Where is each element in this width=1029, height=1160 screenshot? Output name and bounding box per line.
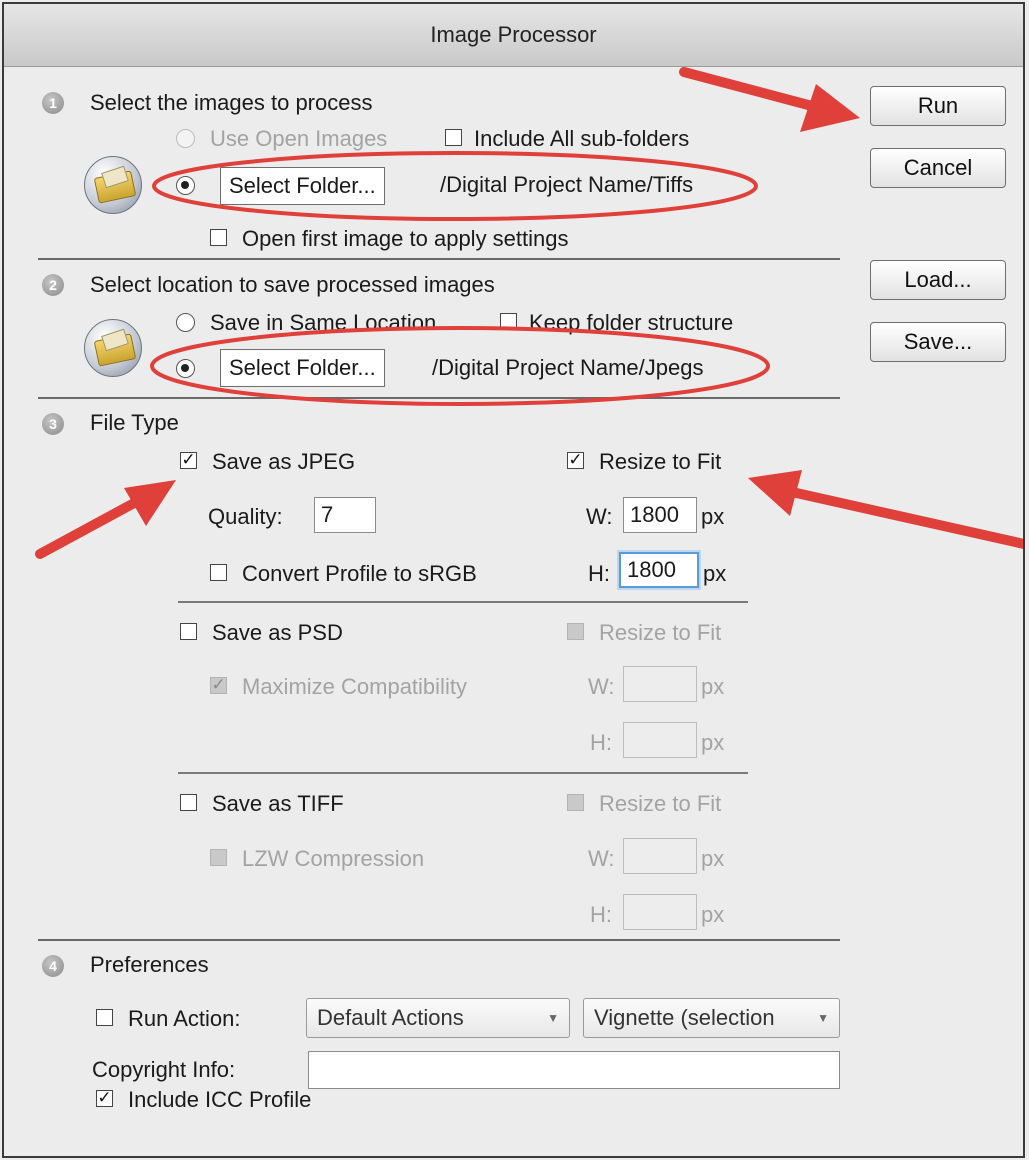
image-processor-dialog: Image Processor 1 Select the images to p…	[2, 2, 1025, 1158]
px-unit: px	[701, 504, 725, 529]
action-set-value: Default Actions	[317, 1005, 464, 1030]
section-divider	[38, 939, 840, 941]
convert-profile-checkbox[interactable]	[210, 564, 227, 581]
save-as-psd-label: Save as PSD	[212, 620, 343, 645]
tiff-width-label: W:	[588, 846, 615, 871]
run-action-checkbox[interactable]	[96, 1009, 113, 1026]
tiff-width-input[interactable]	[623, 838, 697, 874]
include-subfolders-label: Include All sub-folders	[474, 126, 690, 151]
maximize-compatibility-checkbox[interactable]: ✓	[210, 676, 227, 694]
select-folder-button-1[interactable]: Select Folder...	[220, 167, 385, 205]
lzw-compression-checkbox[interactable]	[210, 849, 227, 866]
run-action-label: Run Action:	[128, 1006, 241, 1031]
use-open-images-radio[interactable]	[176, 129, 195, 148]
load-button[interactable]: Load...	[870, 260, 1006, 300]
section-divider	[38, 258, 840, 260]
include-icc-label: Include ICC Profile	[128, 1087, 312, 1112]
chevron-down-icon: ▼	[547, 1011, 559, 1025]
tiff-height-label: H:	[590, 902, 612, 927]
open-first-image-checkbox[interactable]	[210, 229, 227, 246]
section2-heading: Select location to save processed images	[90, 272, 495, 297]
source-folder-path: /Digital Project Name/Tiffs	[440, 172, 694, 197]
annotation-arrow-jpeg	[35, 480, 176, 559]
px-unit: px	[701, 674, 725, 699]
cancel-button[interactable]: Cancel	[870, 148, 1006, 188]
psd-height-input[interactable]	[623, 722, 697, 758]
px-unit: px	[703, 561, 727, 586]
save-settings-button[interactable]: Save...	[870, 322, 1006, 362]
select-folder-button-2[interactable]: Select Folder...	[220, 349, 385, 387]
psd-height-label: H:	[590, 730, 612, 755]
annotation-arrow-resize	[748, 470, 1023, 549]
step-1-icon: 1	[42, 92, 64, 114]
tiff-resize-label: Resize to Fit	[599, 791, 722, 816]
action-value: Vignette (selection	[594, 1005, 775, 1030]
folder-icon	[84, 319, 142, 377]
section3-heading: File Type	[90, 410, 179, 435]
jpeg-width-label: W:	[586, 504, 613, 529]
action-set-dropdown[interactable]: Default Actions ▼	[306, 998, 570, 1038]
destination-folder-path: /Digital Project Name/Jpegs	[432, 355, 704, 380]
save-as-jpeg-checkbox[interactable]: ✓	[180, 451, 197, 469]
window-title: Image Processor	[4, 4, 1023, 67]
jpeg-height-label: H:	[588, 561, 610, 586]
copyright-input[interactable]	[308, 1051, 840, 1089]
chevron-down-icon: ▼	[817, 1011, 829, 1025]
step-3-icon: 3	[42, 413, 64, 435]
px-unit: px	[701, 846, 725, 871]
section4-heading: Preferences	[90, 952, 209, 977]
section-divider	[38, 397, 840, 399]
filetype-divider	[178, 772, 748, 774]
select-folder-radio-1[interactable]	[176, 176, 195, 195]
include-icc-checkbox[interactable]: ✓	[96, 1089, 113, 1107]
select-folder-radio-2[interactable]	[176, 359, 195, 378]
save-as-tiff-label: Save as TIFF	[212, 791, 344, 816]
jpeg-resize-checkbox[interactable]: ✓	[567, 451, 584, 469]
section1-heading: Select the images to process	[90, 90, 373, 115]
filetype-divider	[178, 601, 748, 603]
action-dropdown[interactable]: Vignette (selection ▼	[583, 998, 840, 1038]
quality-label: Quality:	[208, 504, 283, 529]
copyright-label: Copyright Info:	[92, 1057, 236, 1082]
psd-width-input[interactable]	[623, 666, 697, 702]
save-as-tiff-checkbox[interactable]	[180, 794, 197, 811]
maximize-compatibility-label: Maximize Compatibility	[242, 674, 467, 699]
convert-profile-label: Convert Profile to sRGB	[242, 561, 477, 586]
run-button[interactable]: Run	[870, 86, 1006, 126]
psd-resize-checkbox[interactable]	[567, 623, 584, 640]
step-4-icon: 4	[42, 955, 64, 977]
open-first-image-label: Open first image to apply settings	[242, 226, 569, 251]
keep-folder-structure-label: Keep folder structure	[529, 310, 734, 335]
use-open-images-label: Use Open Images	[210, 126, 388, 151]
px-unit: px	[701, 730, 725, 755]
save-as-psd-checkbox[interactable]	[180, 623, 197, 640]
px-unit: px	[701, 902, 725, 927]
keep-folder-structure-checkbox[interactable]	[500, 313, 517, 330]
lzw-compression-label: LZW Compression	[242, 846, 425, 871]
save-same-location-label: Save in Same Location	[210, 310, 437, 335]
include-subfolders-checkbox[interactable]	[445, 129, 462, 146]
save-same-location-radio[interactable]	[176, 313, 195, 332]
tiff-height-input[interactable]	[623, 894, 697, 930]
psd-width-label: W:	[588, 674, 615, 699]
save-as-jpeg-label: Save as JPEG	[212, 449, 356, 474]
tiff-resize-checkbox[interactable]	[567, 794, 584, 811]
step-2-icon: 2	[42, 274, 64, 296]
jpeg-width-input[interactable]: 1800	[623, 497, 697, 533]
quality-input[interactable]: 7	[314, 497, 376, 533]
jpeg-resize-label: Resize to Fit	[599, 449, 722, 474]
annotation-arrow-run	[679, 67, 860, 132]
folder-icon	[84, 156, 142, 214]
jpeg-height-input[interactable]: 1800	[619, 552, 699, 588]
psd-resize-label: Resize to Fit	[599, 620, 722, 645]
